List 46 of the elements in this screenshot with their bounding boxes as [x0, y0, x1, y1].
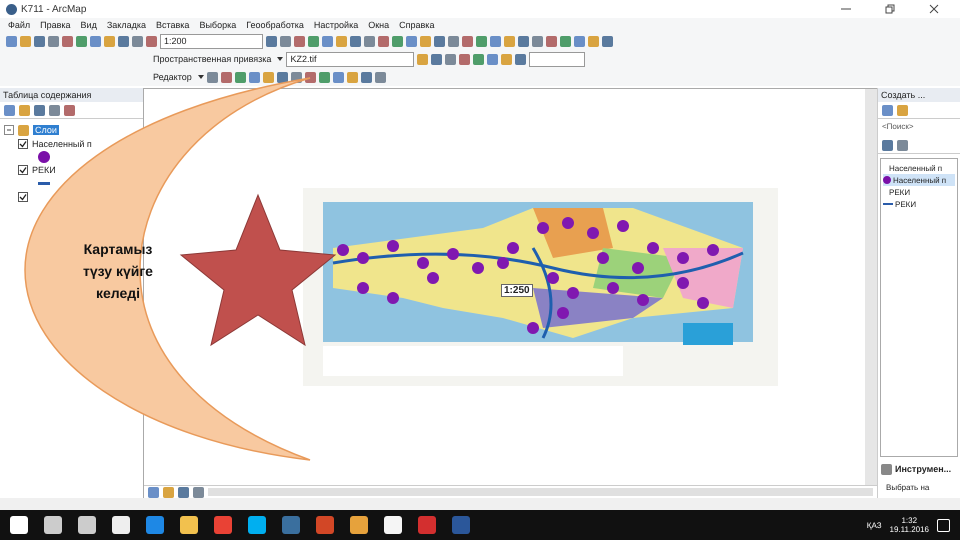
template-item[interactable]: Населенный п	[883, 174, 955, 186]
menu-item[interactable]: Окна	[368, 20, 390, 30]
vertical-scrollbar[interactable]	[865, 89, 877, 485]
georeferencing-menu[interactable]: Пространственная привязка	[150, 54, 274, 64]
editor-menu[interactable]: Редактор	[150, 72, 195, 82]
layer-checkbox[interactable]	[18, 192, 28, 202]
layer-group[interactable]: Слои	[33, 125, 59, 135]
line-symbol-icon	[38, 182, 50, 185]
notifications-icon[interactable]	[937, 518, 950, 532]
menu-item[interactable]: Геообработка	[246, 20, 304, 30]
layer-checkbox[interactable]	[18, 139, 28, 149]
menu-item[interactable]: Справка	[399, 20, 434, 30]
clock[interactable]: 1:32 19.11.2016	[890, 516, 929, 534]
input-field[interactable]	[529, 52, 586, 66]
layer-field[interactable]: KZ2.tif	[286, 52, 414, 66]
menu-item[interactable]: Правка	[40, 20, 71, 30]
map-tip: 1:250	[501, 284, 533, 297]
layer-name[interactable]: РЕКИ	[32, 165, 56, 175]
language-indicator[interactable]: ҚАЗ	[866, 520, 882, 530]
caret-icon[interactable]	[277, 57, 284, 61]
window-title: K711 - ArcMap	[21, 4, 88, 14]
panel-title: Таблица содержания	[3, 90, 92, 100]
app-icon	[6, 4, 17, 14]
scale-field[interactable]: 1:200	[160, 34, 263, 48]
horizontal-scrollbar[interactable]	[208, 488, 873, 496]
filter-dropdown[interactable]: <Поиск>	[882, 122, 956, 134]
tool-item[interactable]: Выбрать на	[878, 477, 960, 498]
panel-title: Создать ...	[881, 90, 926, 100]
close-icon[interactable]	[929, 4, 939, 14]
template-item[interactable]: РЕКИ	[883, 198, 955, 210]
point-symbol-icon	[38, 151, 50, 163]
menu-item[interactable]: Вид	[80, 20, 97, 30]
menu-item[interactable]: Файл	[8, 20, 30, 30]
template-item[interactable]: РЕКИ	[883, 186, 955, 198]
menu-item[interactable]: Выборка	[199, 20, 236, 30]
menu-item[interactable]: Закладка	[106, 20, 146, 30]
panel-title: Инструмен...	[895, 464, 952, 474]
collapse-icon[interactable]	[4, 125, 14, 135]
caret-icon[interactable]	[198, 75, 204, 79]
menu-item[interactable]: Вставка	[156, 20, 190, 30]
caption-text: Картамыз түзу күйге келеді	[82, 240, 154, 303]
layer-checkbox[interactable]	[18, 165, 28, 175]
restore-icon[interactable]	[885, 4, 895, 14]
menu-item[interactable]: Настройка	[314, 20, 358, 30]
layer-name[interactable]: Населенный п	[32, 139, 92, 149]
template-item[interactable]: Населенный п	[883, 162, 955, 174]
